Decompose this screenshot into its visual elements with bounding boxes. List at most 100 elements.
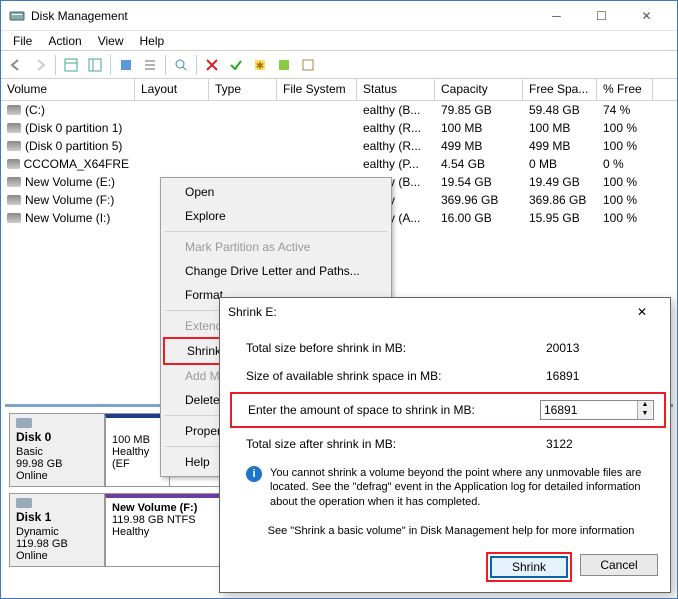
view-button-1[interactable] [60, 54, 82, 76]
help-text: See "Shrink a basic volume" in Disk Mana… [246, 525, 656, 537]
minimize-button[interactable]: ─ [534, 1, 579, 31]
menu-file[interactable]: File [5, 32, 40, 50]
action-button-2[interactable] [297, 54, 319, 76]
menubar: File Action View Help [1, 31, 677, 51]
volume-free: 0 MB [523, 157, 597, 171]
menu-help[interactable]: Help [132, 32, 173, 50]
volume-name: New Volume (I:) [25, 211, 110, 225]
volume-name: (Disk 0 partition 1) [25, 121, 122, 135]
volume-name: New Volume (E:) [25, 175, 115, 189]
volume-grid-header: Volume Layout Type File System Status Ca… [1, 79, 677, 101]
volume-icon [7, 159, 20, 169]
volume-free: 499 MB [523, 139, 597, 153]
volume-name: New Volume (F:) [25, 193, 114, 207]
dialog-titlebar: Shrink E: ✕ [220, 298, 670, 326]
volume-icon [7, 177, 21, 187]
volume-status: ealthy (R... [357, 121, 435, 135]
window-title: Disk Management [31, 9, 534, 23]
close-button[interactable]: ✕ [624, 1, 669, 31]
volume-icon [7, 141, 21, 151]
dialog-close-button[interactable]: ✕ [622, 305, 662, 319]
col-capacity[interactable]: Capacity [435, 79, 523, 100]
ctx-mark-active: Mark Partition as Active [163, 235, 389, 259]
volume-status: ealthy (R... [357, 139, 435, 153]
search-button[interactable] [170, 54, 192, 76]
volume-status: ealthy (P... [357, 157, 435, 171]
new-button[interactable]: ✱ [249, 54, 271, 76]
volume-capacity: 369.96 GB [435, 193, 523, 207]
volume-icon [7, 123, 21, 133]
volume-row[interactable]: (C:)ealthy (B...79.85 GB59.48 GB74 % [1, 101, 677, 119]
volume-capacity: 19.54 GB [435, 175, 523, 189]
titlebar: Disk Management ─ ☐ ✕ [1, 1, 677, 31]
cancel-button[interactable]: Cancel [580, 554, 658, 576]
disk0-info: Disk 0 Basic 99.98 GB Online [10, 414, 105, 486]
label-total-after: Total size after shrink in MB: [246, 437, 546, 451]
volume-free: 59.48 GB [523, 103, 597, 117]
disk0-size: 99.98 GB [16, 458, 98, 470]
disk0-label: Disk 0 [16, 430, 98, 444]
back-button[interactable] [5, 54, 27, 76]
maximize-button[interactable]: ☐ [579, 1, 624, 31]
list-button[interactable] [139, 54, 161, 76]
col-type[interactable]: Type [209, 79, 277, 100]
volume-free: 15.95 GB [523, 211, 597, 225]
info-text: You cannot shrink a volume beyond the po… [270, 466, 656, 509]
disk1-part1[interactable]: New Volume (F:) 119.98 GB NTFS Healthy [105, 494, 225, 566]
app-icon [9, 8, 25, 24]
volume-row[interactable]: CCCOMA_X64FRE ealthy (P...4.54 GB0 MB0 % [1, 155, 677, 173]
disk1-info: Disk 1 Dynamic 119.98 GB Online [10, 494, 105, 566]
col-layout[interactable]: Layout [135, 79, 209, 100]
svg-text:✱: ✱ [256, 61, 264, 72]
col-status[interactable]: Status [357, 79, 435, 100]
shrink-button[interactable]: Shrink [490, 556, 568, 578]
action-button-1[interactable] [273, 54, 295, 76]
volume-capacity: 16.00 GB [435, 211, 523, 225]
check-button[interactable] [225, 54, 247, 76]
refresh-button[interactable] [115, 54, 137, 76]
ctx-explore[interactable]: Explore [163, 204, 389, 228]
toolbar: ✱ [1, 51, 677, 79]
volume-free: 19.49 GB [523, 175, 597, 189]
volume-row[interactable]: (Disk 0 partition 5)ealthy (R...499 MB49… [1, 137, 677, 155]
volume-pct: 100 % [597, 193, 653, 207]
volume-free: 100 MB [523, 121, 597, 135]
spin-up-button[interactable]: ▲ [638, 401, 652, 410]
volume-pct: 100 % [597, 121, 653, 135]
volume-capacity: 499 MB [435, 139, 523, 153]
volume-row[interactable]: (Disk 0 partition 1) ealthy (R... 100 MB10… [1, 119, 677, 137]
disk0-type: Basic [16, 446, 98, 458]
menu-action[interactable]: Action [40, 32, 89, 50]
shrink-dialog: Shrink E: ✕ Total size before shrink in … [219, 297, 671, 593]
forward-button[interactable] [29, 54, 51, 76]
volume-name: (Disk 0 partition 5) [25, 139, 122, 153]
value-available: 16891 [546, 369, 656, 383]
disk1-type: Dynamic [16, 526, 98, 538]
value-total-after: 3122 [546, 437, 656, 451]
volume-icon [7, 213, 21, 223]
menu-view[interactable]: View [90, 32, 132, 50]
volume-free: 369.86 GB [523, 193, 597, 207]
volume-name: CCCOMA_X64FRE [24, 157, 129, 171]
col-free[interactable]: Free Spa... [523, 79, 597, 100]
shrink-amount-spinner[interactable]: ▲ ▼ [540, 400, 654, 420]
col-pct[interactable]: % Free [597, 79, 653, 100]
volume-capacity: 79.85 GB [435, 103, 523, 117]
ctx-change-letter[interactable]: Change Drive Letter and Paths... [163, 259, 389, 283]
dialog-title: Shrink E: [228, 305, 277, 319]
shrink-amount-input[interactable] [541, 403, 637, 417]
view-button-2[interactable] [84, 54, 106, 76]
volume-capacity: 4.54 GB [435, 157, 523, 171]
disk1-label: Disk 1 [16, 510, 98, 524]
ctx-open[interactable]: Open [163, 180, 389, 204]
volume-pct: 0 % [597, 157, 653, 171]
disk-icon [16, 498, 32, 510]
col-fs[interactable]: File System [277, 79, 357, 100]
info-icon: i [246, 466, 262, 482]
disk1-part1-title: New Volume (F:) [112, 502, 219, 514]
delete-button[interactable] [201, 54, 223, 76]
spin-down-button[interactable]: ▼ [638, 410, 652, 419]
label-shrink-amount: Enter the amount of space to shrink in M… [248, 403, 540, 417]
col-volume[interactable]: Volume [1, 79, 135, 100]
disk-icon [16, 418, 32, 430]
